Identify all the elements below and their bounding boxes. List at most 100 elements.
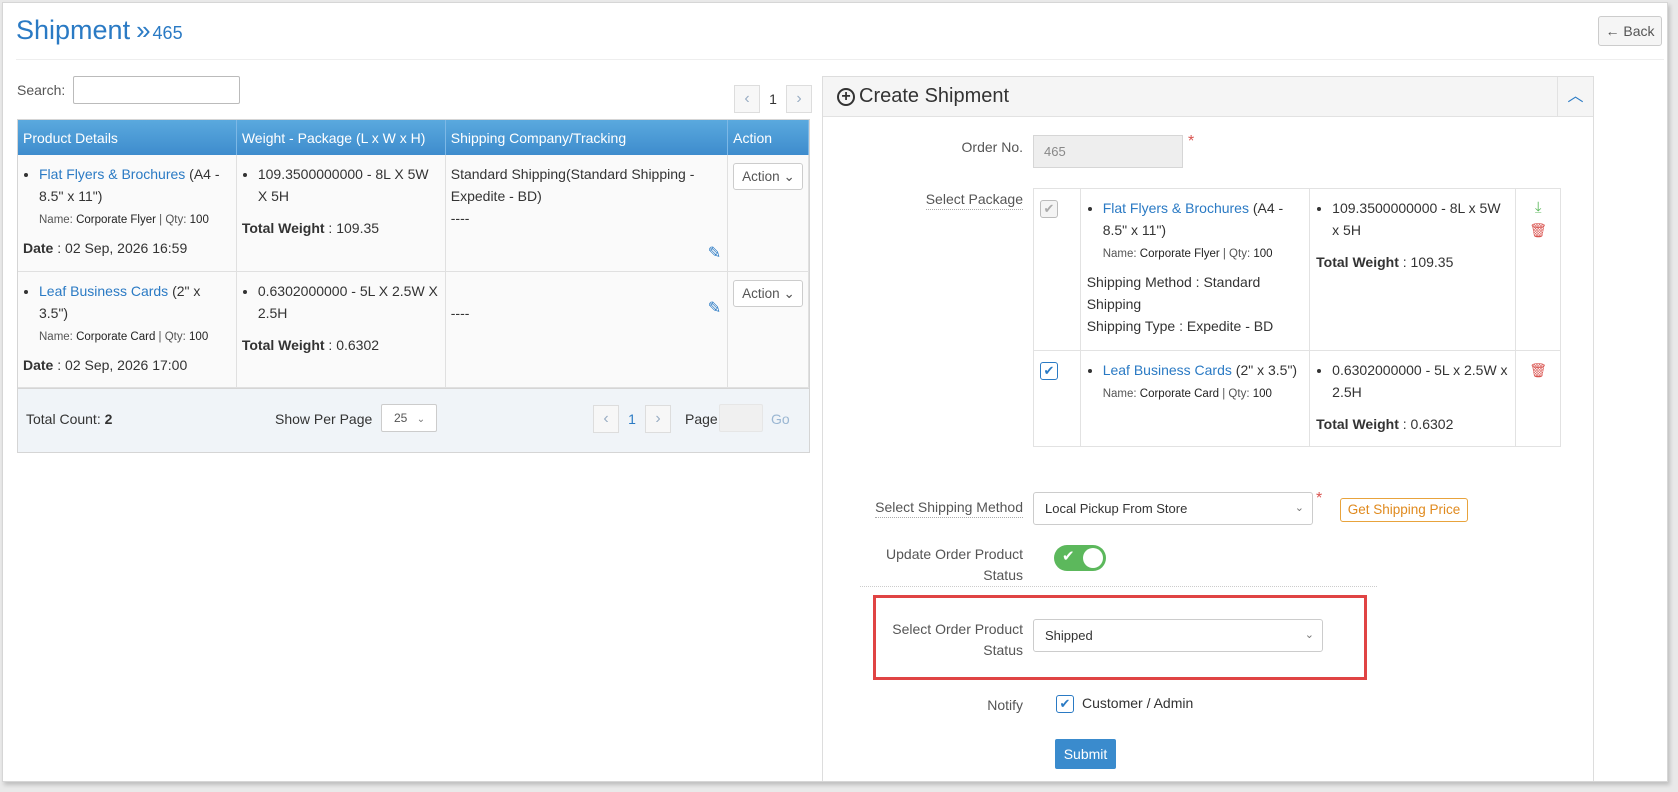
total-count: Total Count: 2 [26, 410, 113, 427]
package-table: ✔ Flat Flyers & Brochures (A4 - 8.5" x 1… [1033, 188, 1561, 447]
required-marker: * [1316, 490, 1323, 507]
weight-line: 0.6302000000 - 5L X 2.5W X 2.5H [258, 280, 440, 324]
product-link[interactable]: Leaf Business Cards [1103, 362, 1232, 378]
get-shipping-price-button[interactable]: Get Shipping Price [1340, 498, 1468, 522]
chevron-down-icon: ⌄ [783, 169, 795, 184]
shipping-cell: Standard Shipping(Standard Shipping - Ex… [445, 155, 729, 272]
submit-button[interactable]: Submit [1055, 739, 1116, 769]
tracking-number: ---- [450, 210, 470, 226]
product-size: (2" x 3.5") [1231, 362, 1298, 378]
weight-line: 0.6302000000 - 5L x 2.5W x 2.5H [1332, 359, 1509, 403]
col-shipping-tracking[interactable]: Shipping Company/Tracking [445, 120, 729, 155]
prev-page-button[interactable]: ‹ [593, 404, 619, 433]
grid-footer: Total Count: 2 Show Per Page 25 ⌄ ‹ 1 › … [18, 387, 809, 452]
action-cell: Action ⌄ [727, 271, 809, 388]
prev-page-button[interactable]: ‹ [734, 85, 760, 113]
update-status-toggle[interactable]: ✔ [1054, 545, 1106, 571]
title-divider [16, 59, 1664, 60]
total-weight: Total Weight : 0.6302 [241, 336, 380, 353]
panel-title: + Create Shipment [837, 85, 1009, 108]
go-button[interactable]: Go [771, 411, 790, 427]
shipping-type-text: Shipping Type : Expedite - BD [1086, 318, 1274, 334]
tracking-number: ---- [450, 304, 470, 321]
package-checkbox[interactable]: ✔ [1040, 200, 1058, 218]
page-title-text: Shipment [16, 15, 131, 45]
download-icon[interactable]: ⤓ [1522, 197, 1554, 219]
total-weight: Total Weight : 109.35 [241, 220, 380, 236]
show-per-page-label: Show Per Page [275, 410, 373, 427]
footer-current-page[interactable]: 1 [619, 411, 645, 427]
update-status-label: Update Order Product Status [886, 546, 1023, 583]
next-page-button[interactable]: › [645, 404, 671, 433]
notify-label: Notify [987, 697, 1023, 713]
notify-option-label: Customer / Admin [1082, 695, 1194, 711]
product-meta: Name: Corporate Card | Qty: 100 [1102, 388, 1272, 400]
total-weight: Total Weight : 109.35 [1316, 254, 1454, 270]
order-date: Date : 02 Sep, 2026 17:00 [23, 356, 188, 373]
product-meta: Name: Corporate Card | Qty: 100 [39, 330, 209, 343]
search-input[interactable] [73, 76, 240, 104]
trash-icon[interactable]: 🗑 [1522, 219, 1554, 241]
shipping-company: Standard Shipping(Standard Shipping - Ex… [450, 166, 695, 204]
per-page-select[interactable]: 25 ⌄ [381, 403, 437, 432]
select-status-label: Select Order Product Status [892, 621, 1023, 658]
package-row: ✔ Leaf Business Cards (2" x 3.5") Name: … [1033, 350, 1561, 447]
chevron-down-icon: ⌄ [1304, 629, 1314, 641]
weight-line: 109.3500000000 - 8L X 5W X 5H [258, 163, 440, 207]
shipping-method-text: Shipping Method : Standard Shipping [1086, 274, 1261, 312]
order-product-status-select[interactable]: Shipped ⌄ [1033, 619, 1323, 652]
weight-line: 109.3500000000 - 8L x 5W x 5H [1332, 197, 1509, 241]
chevron-down-icon: ⌄ [783, 285, 795, 301]
product-link[interactable]: Flat Flyers & Brochures [39, 166, 185, 182]
check-icon: ✔ [1062, 548, 1075, 565]
package-checkbox[interactable]: ✔ [1040, 362, 1058, 380]
product-link[interactable]: Leaf Business Cards [39, 283, 168, 299]
search-label: Search: [17, 82, 66, 98]
page-order-id: 465 [152, 23, 183, 43]
pencil-icon[interactable]: ✎ [708, 243, 721, 265]
col-weight-package[interactable]: Weight - Package (L x W x H) [236, 120, 446, 155]
trash-icon[interactable]: 🗑 [1522, 359, 1554, 381]
product-cell: Leaf Business Cards (2" x 3.5") Name: Co… [18, 271, 237, 388]
package-row: ✔ Flat Flyers & Brochures (A4 - 8.5" x 1… [1033, 188, 1561, 351]
current-page[interactable]: 1 [760, 91, 786, 107]
order-date: Date : 02 Sep, 2026 16:59 [23, 240, 188, 256]
page-title: Shipment» 465 [16, 15, 183, 46]
product-cell: Flat Flyers & Brochures (A4 - 8.5" x 11"… [18, 155, 237, 272]
product-link[interactable]: Flat Flyers & Brochures [1103, 200, 1249, 216]
product-meta: Name: Corporate Flyer | Qty: 100 [1102, 248, 1273, 260]
app-frame: Shipment» 465 ← Back Search: ‹ 1 › Produc… [2, 2, 1668, 782]
table-row: Flat Flyers & Brochures (A4 - 8.5" x 11"… [18, 155, 809, 272]
select-package-label: Select Package [883, 189, 1023, 210]
action-dropdown[interactable]: Action ⌄ [733, 279, 804, 307]
chevron-down-icon: ⌄ [416, 413, 426, 425]
shipping-method-select[interactable]: Local Pickup From Store ⌄ [1033, 492, 1313, 525]
page-label: Page [685, 410, 718, 427]
pencil-icon[interactable]: ✎ [708, 298, 721, 320]
action-cell: Action ⌄ [727, 155, 809, 272]
breadcrumb-separator: » [136, 15, 151, 45]
notify-checkbox[interactable]: ✔ [1056, 695, 1074, 713]
chevron-up-icon[interactable]: ︿ [1557, 77, 1593, 117]
row-divider [860, 586, 1377, 587]
col-action: Action [727, 120, 809, 155]
product-meta: Name: Corporate Flyer | Qty: 100 [39, 214, 209, 226]
table-row: Leaf Business Cards (2" x 3.5") Name: Co… [18, 271, 809, 388]
weight-cell: 0.6302000000 - 5L X 2.5W X 2.5H Total We… [236, 271, 446, 388]
footer-pagination: ‹ 1 › [593, 404, 671, 433]
shipment-grid: Product Details Weight - Package (L x W … [17, 119, 810, 453]
col-product-details[interactable]: Product Details [18, 120, 237, 155]
plus-circle-icon: + [837, 88, 855, 106]
top-pagination: ‹ 1 › [734, 85, 812, 113]
next-page-button[interactable]: › [786, 85, 812, 113]
shipping-method-label: Select Shipping Method [843, 497, 1023, 518]
chevron-down-icon: ⌄ [1294, 502, 1304, 514]
action-dropdown[interactable]: Action ⌄ [733, 163, 804, 190]
weight-cell: 109.3500000000 - 8L X 5W X 5H Total Weig… [236, 155, 446, 272]
panel-header: + Create Shipment ︿ [823, 77, 1593, 117]
back-button[interactable]: ← Back [1598, 16, 1662, 46]
shipping-cell: ---- ✎ [445, 271, 729, 388]
page-number-input[interactable] [719, 403, 763, 432]
total-weight: Total Weight : 0.6302 [1316, 416, 1454, 432]
order-no-field: 465 [1033, 135, 1183, 168]
